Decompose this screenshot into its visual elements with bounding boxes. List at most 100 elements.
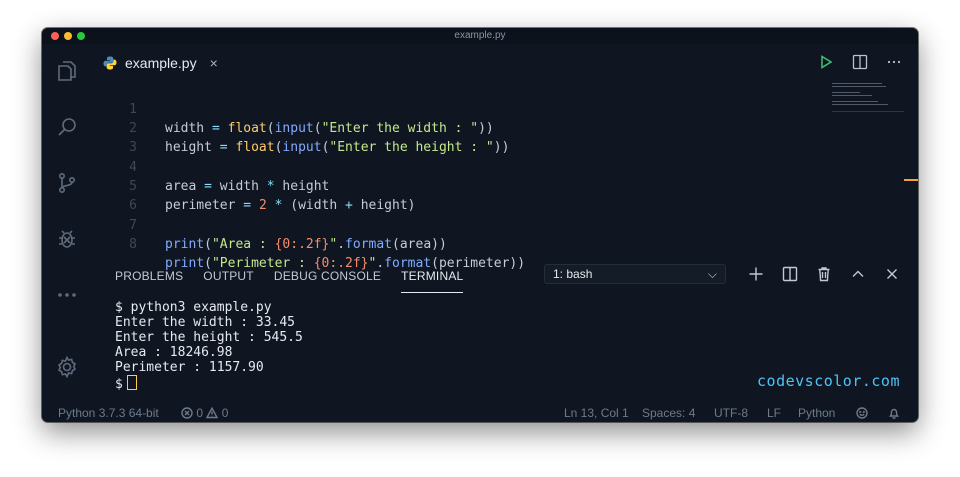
kill-terminal-button[interactable] [814,264,834,284]
shell-select-value: 1: bash [553,267,593,281]
code-token: = [235,198,259,213]
panel-actions [746,264,902,284]
terminal-prompt: $ [115,377,123,392]
search-icon[interactable] [54,114,80,140]
code-token: width [219,179,259,194]
terminal-shell-select[interactable]: 1: bash ⌵ [544,264,726,284]
code-token: * [266,198,291,213]
notifications-bell-icon[interactable] [888,406,900,420]
code-token: ( [313,121,322,136]
code-token: height [282,179,330,194]
title-bar: example.py [42,28,918,44]
code-token: = [211,140,236,155]
close-icon [887,269,897,279]
tab-label: example.py [125,55,197,71]
code-line: 4 area = width * height [92,139,329,194]
more-actions-button[interactable] [884,52,904,72]
indentation[interactable]: Spaces: 4 [642,406,695,420]
error-count: 0 [196,406,204,420]
code-token: ( [266,121,275,136]
minimap[interactable] [832,83,904,113]
close-tab-icon[interactable]: × [210,55,218,71]
terminal-line: Area : 18246.98 [115,345,233,360]
split-editor-button[interactable] [850,52,870,72]
debug-icon[interactable] [54,226,80,252]
code-token: "Enter the width : " [321,121,479,136]
code-token: + [345,198,353,213]
code-token: "Enter the height : " [329,140,494,155]
editor-tab-bar: example.py × [92,44,918,79]
code-token: * [258,179,283,194]
chevron-down-icon: ⌵ [707,267,717,281]
code-token: print [165,237,205,252]
code-token: )) [478,121,494,136]
maximize-panel-button[interactable] [848,264,868,284]
code-token: area [165,179,197,194]
code-token: perimeter [165,198,236,213]
code-token: width [165,121,205,136]
code-token: 2 [258,198,267,213]
code-token: {0:.2f} [274,237,330,252]
tab-debug-console[interactable]: DEBUG CONSOLE [274,266,381,292]
end-of-line[interactable]: LF [767,406,781,420]
terminal-line: $ python3 example.py [115,300,272,315]
warning-icon [206,406,219,419]
warning-count: 0 [221,406,229,420]
chevron-up-icon [852,270,864,277]
bottom-panel: PROBLEMS OUTPUT DEBUG CONSOLE TERMINAL 1… [92,260,918,404]
code-editor[interactable]: 1 width = float(input("Enter the width :… [92,79,918,271]
tab-problems[interactable]: PROBLEMS [115,266,183,292]
code-token: height [165,140,212,155]
code-token: input [274,121,314,136]
code-token: ( [204,237,212,252]
error-icon [181,407,193,419]
source-control-icon[interactable] [54,170,80,196]
code-token: format [345,237,393,252]
cursor-position[interactable]: Ln 13, Col 1 [564,406,629,420]
ellipsis-icon [887,60,901,64]
explorer-icon[interactable] [54,58,80,84]
activity-bar [42,44,92,404]
split-icon [782,266,798,282]
encoding[interactable]: UTF-8 [714,406,748,420]
code-line: 5 perimeter = 2 * (width + height) [92,158,415,213]
scrollbar-marker[interactable] [904,179,918,181]
language-mode[interactable]: Python [798,406,835,420]
play-icon [821,55,833,69]
tab-terminal[interactable]: TERMINAL [401,266,464,293]
problems-indicator[interactable]: 0 0 [181,406,228,420]
code-token: (area)) [392,237,447,252]
code-token: float [235,140,275,155]
terminal-cursor [126,375,137,390]
code-token: = [204,121,228,136]
feedback-icon[interactable] [856,406,868,420]
close-panel-button[interactable] [882,264,902,284]
terminal-output[interactable]: $ python3 example.py Enter the width : 3… [115,300,303,392]
code-token: "Area : [211,237,275,252]
new-terminal-button[interactable] [746,264,766,284]
code-line: 3 [92,119,139,155]
code-line: 6 [92,177,139,213]
split-terminal-button[interactable] [780,264,800,284]
code-line: 7 print("Area : {0:.2f}".format(area)) [92,197,447,252]
tab-example-py[interactable]: example.py × [102,50,224,76]
terminal-prompt-line: $ [115,375,303,392]
window-title: example.py [454,30,506,41]
code-token: )) [493,140,510,155]
run-python-button[interactable] [816,52,836,72]
python-file-icon [103,56,117,70]
python-interpreter[interactable]: Python 3.7.3 64-bit [58,406,159,420]
code-token: input [282,140,322,155]
split-editor-icon [852,54,868,70]
settings-gear-icon[interactable] [54,354,80,380]
terminal-line: Enter the width : 33.45 [115,315,296,330]
trash-icon [818,267,830,282]
code-token: (width [290,198,346,213]
terminal-line: Perimeter : 1157.90 [115,360,264,375]
code-line: 8 print("Perimeter : {0:.2f}".format(per… [92,216,525,271]
editor-actions [816,52,904,72]
code-token: height) [352,198,416,213]
tab-output[interactable]: OUTPUT [203,266,254,292]
watermark: codevscolor.com [757,372,900,390]
more-icon[interactable] [54,282,80,308]
